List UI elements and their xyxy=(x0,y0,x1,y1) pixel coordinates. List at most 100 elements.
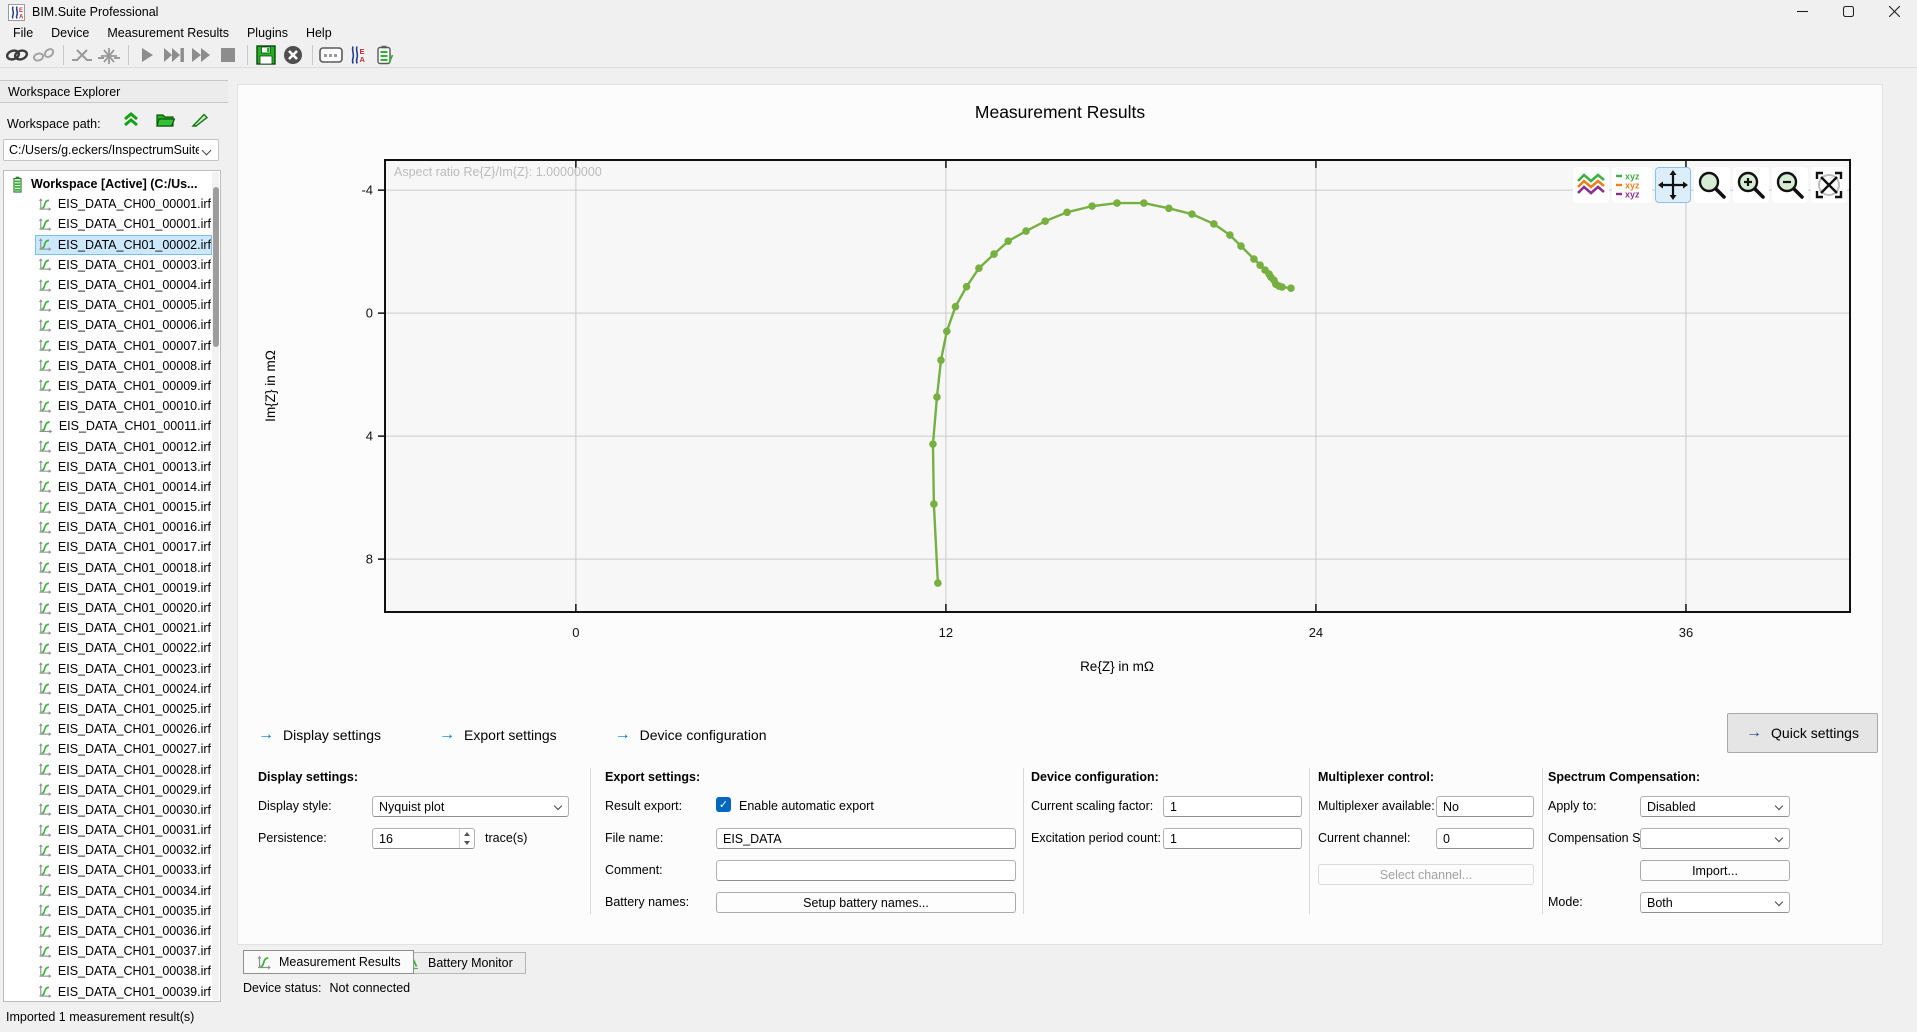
menu-file[interactable]: File xyxy=(4,25,42,41)
tree-item-result-file[interactable]: EIS_DATA_CH01_00014.irf xyxy=(35,477,212,497)
automatic-export-checkbox[interactable]: ✓ xyxy=(716,797,731,812)
spin-up-icon[interactable] xyxy=(460,829,474,839)
tree-item-result-file[interactable]: EIS_DATA_CH01_00018.irf xyxy=(35,558,212,578)
quick-settings-button[interactable]: → Quick settings xyxy=(1727,713,1878,753)
tree-item-result-file[interactable]: EIS_DATA_CH01_00006.irf xyxy=(35,315,212,335)
close-button[interactable] xyxy=(1871,0,1917,23)
export-settings-link[interactable]: → Export settings xyxy=(439,726,557,744)
save-icon[interactable] xyxy=(253,43,279,67)
tree-item-result-file[interactable]: EIS_DATA_CH01_00009.irf xyxy=(35,376,212,396)
legend-icon[interactable]: xyz xyz xyz xyxy=(1612,167,1652,203)
tree-item-result-file[interactable]: EIS_DATA_CH01_00027.irf xyxy=(35,739,212,759)
comment-input[interactable] xyxy=(716,860,1016,881)
menu-help[interactable]: Help xyxy=(297,25,341,41)
tree-scrollbar[interactable] xyxy=(212,172,219,1000)
pan-tool-icon[interactable] xyxy=(1655,167,1691,203)
fit-view-icon[interactable] xyxy=(1811,167,1847,203)
zoom-out-icon[interactable] xyxy=(1772,167,1808,203)
tree-item-result-file[interactable]: EIS_DATA_CH01_00029.irf xyxy=(35,780,212,800)
tree-item-result-file[interactable]: EIS_DATA_CH01_00013.irf xyxy=(35,457,212,477)
tree-scrollbar-thumb[interactable] xyxy=(213,187,219,347)
tree-item-result-file[interactable]: EIS_DATA_CH01_00031.irf xyxy=(35,820,212,840)
nyquist-plot-canvas[interactable]: 0122436-4048 xyxy=(385,160,1850,612)
traces-icon[interactable] xyxy=(1573,167,1609,203)
file-name-input[interactable] xyxy=(716,828,1016,849)
tree-root-item[interactable]: Workspace [Active] (C:/Us... xyxy=(4,174,212,194)
tree-item-result-file[interactable]: EIS_DATA_CH01_00023.irf xyxy=(35,659,212,679)
calibrate-open-icon[interactable] xyxy=(96,43,122,67)
tree-item-result-file[interactable]: EIS_DATA_CH01_00012.irf xyxy=(35,436,212,456)
tree-item-result-file[interactable]: EIS_DATA_CH01_00015.irf xyxy=(35,497,212,517)
apply-to-select[interactable]: Disabled xyxy=(1640,796,1790,817)
tree-item-result-file[interactable]: EIS_DATA_CH01_00022.irf xyxy=(35,638,212,658)
impedance-device-icon[interactable] xyxy=(318,43,344,67)
tree-item-result-file[interactable]: EIS_DATA_CH01_00010.irf xyxy=(35,396,212,416)
tree-item-result-file[interactable]: EIS_DATA_CH01_00033.irf xyxy=(35,860,212,880)
tree-item-result-file[interactable]: EIS_DATA_CH01_00039.irf xyxy=(35,982,212,1002)
maximize-button[interactable] xyxy=(1825,0,1871,23)
connect-icon[interactable] xyxy=(4,43,30,67)
tree-item-result-file[interactable]: EIS_DATA_CH01_00005.irf xyxy=(35,295,212,315)
excitation-period-input[interactable] xyxy=(1163,828,1302,849)
fast-forward-icon[interactable] xyxy=(188,43,214,67)
tree-item-result-file[interactable]: EIS_DATA_CH01_00034.irf xyxy=(35,881,212,901)
workspace-tree[interactable]: Workspace [Active] (C:/Us... EIS_DATA_CH… xyxy=(3,170,221,1002)
tree-item-result-file[interactable]: EIS_DATA_CH01_00011.irf xyxy=(35,416,212,436)
tree-item-result-file[interactable]: EIS_DATA_CH01_00021.irf xyxy=(35,618,212,638)
ea-device-icon[interactable]: E A xyxy=(345,43,371,67)
multiplexer-available-field[interactable] xyxy=(1436,796,1534,817)
tree-item-result-file[interactable]: EIS_DATA_CH00_00001.irf xyxy=(35,194,212,214)
current-channel-input[interactable] xyxy=(1436,828,1534,849)
workspace-path-combobox[interactable]: C:/Users/g.eckers/InspectrumSuite xyxy=(3,139,219,161)
tree-item-result-file[interactable]: EIS_DATA_CH01_00025.irf xyxy=(35,699,212,719)
current-scaling-input[interactable] xyxy=(1163,796,1302,817)
display-style-select[interactable]: Nyquist plot xyxy=(372,796,569,817)
tree-item-result-file[interactable]: EIS_DATA_CH01_00038.irf xyxy=(35,961,212,981)
tree-item-result-file[interactable]: EIS_DATA_CH01_00026.irf xyxy=(35,719,212,739)
persistence-stepper[interactable]: 16 xyxy=(372,828,475,849)
tree-item-result-file[interactable]: EIS_DATA_CH01_00030.irf xyxy=(35,800,212,820)
tree-item-result-file[interactable]: EIS_DATA_CH01_00017.irf xyxy=(35,537,212,557)
zoom-in-icon[interactable] xyxy=(1733,167,1769,203)
import-button[interactable]: Import... xyxy=(1640,860,1790,881)
zoom-tool-icon[interactable] xyxy=(1694,167,1730,203)
device-configuration-link[interactable]: → Device configuration xyxy=(615,726,767,744)
stop-icon[interactable] xyxy=(215,43,241,67)
select-channel-button[interactable]: Select channel... xyxy=(1318,864,1534,885)
menu-plugins[interactable]: Plugins xyxy=(238,25,297,41)
play-icon[interactable] xyxy=(134,43,160,67)
collapse-all-icon[interactable] xyxy=(122,111,140,128)
disconnect-icon[interactable] xyxy=(31,43,57,67)
compensation-source-select[interactable] xyxy=(1640,828,1790,849)
tree-item-result-file[interactable]: EIS_DATA_CH01_00001.irf xyxy=(35,214,212,234)
tree-item-result-file[interactable]: EIS_DATA_CH01_00036.irf xyxy=(35,921,212,941)
tree-item-result-file[interactable]: EIS_DATA_CH01_00008.irf xyxy=(35,356,212,376)
tree-item-result-file[interactable]: EIS_DATA_CH01_00004.irf xyxy=(35,275,212,295)
open-folder-icon[interactable] xyxy=(156,111,175,128)
tree-item-result-file[interactable]: EIS_DATA_CH01_00016.irf xyxy=(35,517,212,537)
tree-item-result-file[interactable]: EIS_DATA_CH01_00003.irf xyxy=(35,255,212,275)
tree-item-result-file[interactable]: EIS_DATA_CH01_00019.irf xyxy=(35,578,212,598)
display-settings-link[interactable]: → Display settings xyxy=(258,726,381,744)
skip-to-end-icon[interactable] xyxy=(161,43,187,67)
abort-icon[interactable] xyxy=(280,43,306,67)
tree-item-result-file[interactable]: EIS_DATA_CH01_00032.irf xyxy=(35,840,212,860)
tree-item-result-file[interactable]: EIS_DATA_CH01_00035.irf xyxy=(35,901,212,921)
menu-device[interactable]: Device xyxy=(42,25,98,41)
mode-select[interactable]: Both xyxy=(1640,892,1790,913)
calibrate-short-icon[interactable] xyxy=(69,43,95,67)
nyquist-plot[interactable]: 0122436-4048 Aspect ratio Re{Z}/Im{Z}: 1… xyxy=(385,160,1850,612)
battery-monitor-icon[interactable] xyxy=(372,43,398,67)
tree-item-result-file[interactable]: EIS_DATA_CH01_00002.irf xyxy=(35,235,212,255)
tab-measurement-results[interactable]: Measurement Results xyxy=(243,950,414,974)
tree-item-result-file[interactable]: EIS_DATA_CH01_00024.irf xyxy=(35,679,212,699)
tree-item-result-file[interactable]: EIS_DATA_CH01_00028.irf xyxy=(35,759,212,779)
minimize-button[interactable] xyxy=(1779,0,1825,23)
tree-item-result-file[interactable]: EIS_DATA_CH01_00020.irf xyxy=(35,598,212,618)
menu-measurement-results[interactable]: Measurement Results xyxy=(98,25,238,41)
tree-item-result-file[interactable]: EIS_DATA_CH01_00037.irf xyxy=(35,941,212,961)
setup-battery-names-button[interactable]: Setup battery names... xyxy=(716,892,1016,913)
tree-item-result-file[interactable]: EIS_DATA_CH01_00007.irf xyxy=(35,336,212,356)
edit-workspace-icon[interactable] xyxy=(191,111,209,128)
spin-down-icon[interactable] xyxy=(460,839,474,849)
